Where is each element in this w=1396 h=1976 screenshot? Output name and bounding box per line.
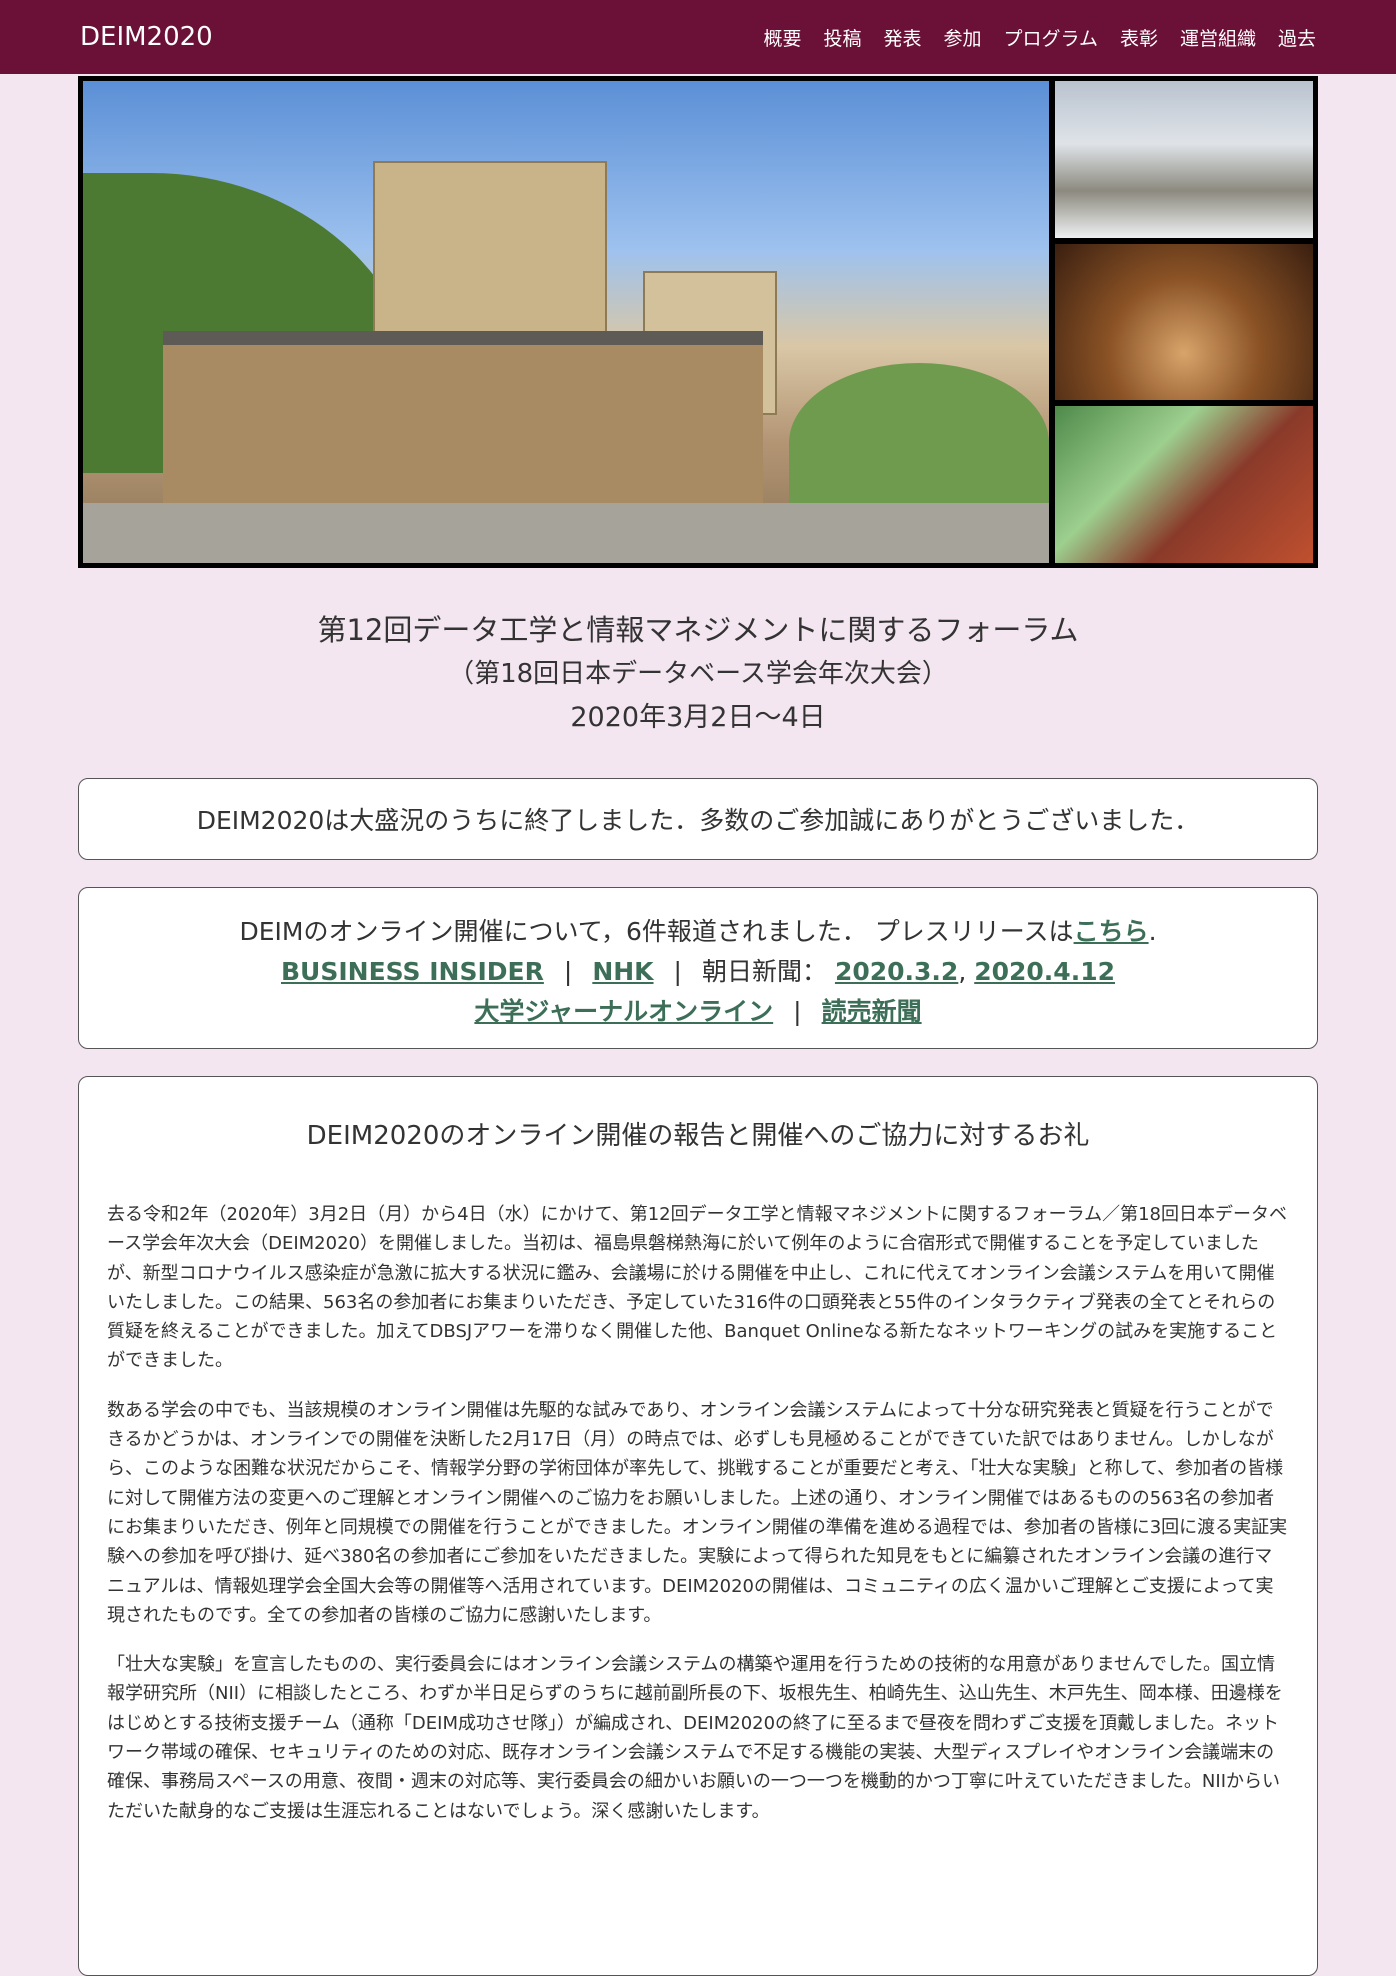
comma: , <box>958 957 967 986</box>
report-paragraph-2: 数ある学会の中でも、当該規模のオンライン開催は先駆的な試みであり、オンライン会議… <box>107 1399 1288 1626</box>
asahi-link-2[interactable]: 2020.4.12 <box>974 957 1115 986</box>
asahi-label: 朝日新聞： <box>701 957 827 986</box>
asahi-link-1[interactable]: 2020.3.2 <box>835 957 958 986</box>
trees-shape <box>789 363 1049 523</box>
ground-shape <box>83 503 1049 563</box>
online-report-box: DEIM2020のオンライン開催の報告と開催へのご協力に対するお礼 去る令和2年… <box>78 1076 1318 1976</box>
hero-banner <box>78 76 1318 568</box>
lobby-lounge-photo <box>1055 406 1313 564</box>
separator: | <box>673 957 682 986</box>
nav-item-past[interactable]: 過去 <box>1278 24 1316 51</box>
separator: | <box>563 957 573 986</box>
hero-side-photos <box>1055 81 1313 564</box>
nav-item-organization[interactable]: 運営組織 <box>1180 24 1256 51</box>
daigaku-journal-link[interactable]: 大学ジャーナルオンライン <box>474 997 773 1026</box>
nav-item-presentation[interactable]: 発表 <box>883 24 921 51</box>
winter-hotel-photo <box>1055 81 1313 238</box>
hot-spring-bath-photo <box>1055 243 1313 401</box>
press-line-2: BUSINESS INSIDER | NHK | 朝日新聞： 2020.3.2, 202… <box>79 952 1317 992</box>
report-heading: DEIM2020のオンライン開催の報告と開催へのご協力に対するお礼 <box>306 1121 1090 1151</box>
conference-title: 第12回データ工学と情報マネジメントに関するフォーラム <box>317 613 1079 647</box>
press-intro-text: DEIMのオンライン開催について，6件報道されました． プレスリリースは <box>239 917 1074 946</box>
top-navbar: DEIM2020 概要 投稿 発表 参加 プログラム 表彰 運営組織 過去 <box>0 0 1396 74</box>
nav-item-submission[interactable]: 投稿 <box>823 24 861 51</box>
report-paragraph-3: 「壮大な実験」を宣言したものの、実行委員会にはオンライン会議システムの構築や運用… <box>107 1654 1283 1822</box>
nav-item-participation[interactable]: 参加 <box>944 24 982 51</box>
report-paragraph-1: 去る令和2年（2020年）3月2日（月）から4日（水）にかけて、第12回データ工… <box>107 1204 1287 1372</box>
yomiuri-link[interactable]: 読売新聞 <box>822 997 922 1026</box>
nav-item-awards[interactable]: 表彰 <box>1120 24 1158 51</box>
hotel-exterior-photo <box>83 81 1049 563</box>
press-coverage-box: DEIMのオンライン開催について，6件報道されました． プレスリリースはこちら.… <box>78 887 1318 1049</box>
ended-notice-text: DEIM2020は大盛況のうちに終了しました．多数のご参加誠にありがとうございま… <box>196 806 1200 835</box>
conference-subtitle: （第18回日本データベース学会年次大会） <box>448 659 948 689</box>
brand-link[interactable]: DEIM2020 <box>80 22 213 52</box>
press-intro-end: . <box>1148 917 1157 946</box>
nav-item-overview[interactable]: 概要 <box>763 24 801 51</box>
main-container: 第12回データ工学と情報マネジメントに関するフォーラム （第18回日本データベー… <box>78 76 1318 1976</box>
separator: | <box>793 997 802 1026</box>
nav-item-program[interactable]: プログラム <box>1004 24 1098 51</box>
press-release-link[interactable]: こちら <box>1074 917 1149 946</box>
press-line-1: DEIMのオンライン開催について，6件報道されました． プレスリリースはこちら. <box>79 912 1317 952</box>
conference-title-block: 第12回データ工学と情報マネジメントに関するフォーラム （第18回日本データベー… <box>78 610 1318 738</box>
nhk-link[interactable]: NHK <box>592 957 653 986</box>
main-nav: 概要 投稿 発表 参加 プログラム 表彰 運営組織 過去 <box>741 24 1316 51</box>
ended-notice: DEIM2020は大盛況のうちに終了しました．多数のご参加誠にありがとうございま… <box>78 778 1318 860</box>
conference-dates: 2020年3月2日〜4日 <box>570 702 826 733</box>
press-line-3: 大学ジャーナルオンライン | 読売新聞 <box>79 992 1317 1032</box>
business-insider-link[interactable]: BUSINESS INSIDER <box>281 957 544 986</box>
